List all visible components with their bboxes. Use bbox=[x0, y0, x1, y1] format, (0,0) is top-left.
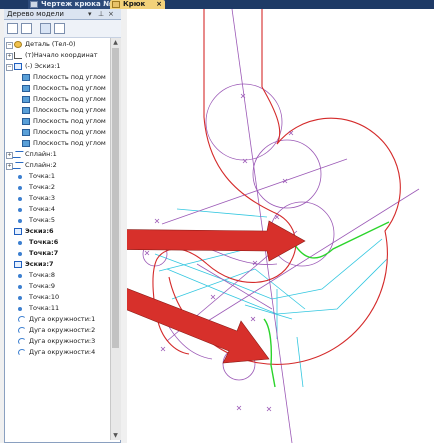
model-tree-panel: Дерево модели ▾ ⊥ × ▲ ▼ − Деталь (Тел-0) +… bbox=[0, 9, 127, 443]
tree-item-label: Плоскость под углом bbox=[33, 95, 106, 103]
tab-drawing-label: Чертеж крюка №8 bbox=[41, 0, 117, 8]
tab-part-label: Крюк bbox=[123, 0, 146, 8]
tree-item-label: Дуга окружности:4 bbox=[29, 348, 96, 356]
model-tree-title: Дерево модели bbox=[7, 10, 64, 18]
plane-icon bbox=[22, 140, 30, 147]
sketch-drawing bbox=[127, 9, 420, 443]
tree-item-label: Точка:7 bbox=[29, 249, 59, 257]
tree-item-label: Эскиз:7 bbox=[25, 260, 54, 268]
point-icon bbox=[18, 252, 22, 256]
plane-icon bbox=[22, 129, 30, 136]
tree-item-label: (т)Начало координат bbox=[25, 51, 98, 59]
tree-item-label: Плоскость под углом bbox=[33, 117, 106, 125]
panel-menu-icon[interactable]: ▾ bbox=[88, 10, 92, 19]
tree-item-label: Точка:4 bbox=[29, 205, 56, 213]
tree-item-label: Плоскость под углом bbox=[33, 106, 106, 114]
tree-item-label: Дуга окружности:2 bbox=[29, 326, 96, 334]
tab-drawing[interactable]: Чертеж крюка №8 × bbox=[28, 0, 120, 9]
panel-close-icon[interactable]: × bbox=[108, 10, 114, 19]
panel-pin-icon[interactable]: ⊥ bbox=[98, 10, 104, 19]
construction-geometry bbox=[142, 9, 420, 443]
tree-item-label: Точка:11 bbox=[29, 304, 60, 312]
tree-item-label: Плоскость под углом bbox=[33, 73, 106, 81]
model-tree-title-bar: Дерево модели ▾ ⊥ × bbox=[4, 9, 121, 20]
part-icon bbox=[14, 41, 22, 48]
tree-item-label: Точка:10 bbox=[29, 293, 60, 301]
tree-item-label: Сплайн:1 bbox=[25, 150, 57, 158]
tree-item-label: Точка:6 bbox=[29, 238, 59, 246]
tree-item-label: Точка:9 bbox=[29, 282, 56, 290]
point-icon bbox=[18, 175, 22, 179]
tree-filter-button[interactable] bbox=[21, 23, 32, 34]
tree-scrollbar[interactable]: ▲ ▼ bbox=[110, 38, 121, 440]
tree-item-label: Дуга окружности:1 bbox=[29, 315, 96, 323]
tree-sort-button[interactable] bbox=[54, 23, 65, 34]
arc-icon bbox=[18, 338, 26, 345]
sketch-icon bbox=[14, 261, 22, 268]
scroll-down-arrow-icon[interactable]: ▼ bbox=[112, 432, 119, 439]
expand-toggle-icon[interactable]: − bbox=[6, 64, 13, 71]
tree-item-label: Сплайн:2 bbox=[25, 161, 57, 169]
origin-icon bbox=[14, 52, 22, 59]
spline-icon bbox=[12, 151, 24, 158]
tree-structure-button[interactable] bbox=[7, 23, 18, 34]
part-doc-icon bbox=[112, 1, 120, 8]
arc-icon bbox=[18, 349, 26, 356]
drawing-doc-icon bbox=[30, 1, 38, 8]
model-tree-toolbar bbox=[4, 20, 121, 38]
plane-icon bbox=[22, 107, 30, 114]
spline-icon bbox=[12, 162, 24, 169]
plane-icon bbox=[22, 74, 30, 81]
tree-item-label: Точка:5 bbox=[29, 216, 56, 224]
scroll-thumb[interactable] bbox=[112, 48, 119, 348]
tree-item-label: Эскиз:6 bbox=[25, 227, 54, 235]
model-tree: − Деталь (Тел-0) + (т)Начало координат − (-) … bbox=[6, 39, 109, 439]
tree-item-label: Точка:1 bbox=[29, 172, 56, 180]
tree-item-label: Точка:8 bbox=[29, 271, 56, 279]
tree-item-label: Плоскость под углом bbox=[33, 84, 106, 92]
point-icon bbox=[18, 274, 22, 278]
model-canvas[interactable] bbox=[127, 9, 434, 443]
point-icon bbox=[18, 197, 22, 201]
point-icon bbox=[18, 241, 22, 245]
sketch-icon bbox=[14, 228, 22, 235]
arc-icon bbox=[18, 316, 26, 323]
scroll-up-arrow-icon[interactable]: ▲ bbox=[112, 39, 119, 46]
tree-item-label: Плоскость под углом bbox=[33, 128, 106, 136]
expand-toggle-icon[interactable]: + bbox=[6, 53, 13, 60]
tree-item-label: Точка:3 bbox=[29, 194, 56, 202]
plane-icon bbox=[22, 85, 30, 92]
tree-item-label: Плоскость под углом bbox=[33, 139, 106, 147]
document-tab-bar: Чертеж крюка №8 × Крюк × bbox=[0, 0, 434, 9]
tree-item-label: Деталь (Тел-0) bbox=[25, 40, 76, 48]
tree-item-label: Точка:2 bbox=[29, 183, 56, 191]
point-icon bbox=[18, 285, 22, 289]
tree-view-button[interactable] bbox=[40, 23, 51, 34]
plane-icon bbox=[22, 96, 30, 103]
point-icon bbox=[18, 186, 22, 190]
sketch-icon bbox=[14, 63, 22, 70]
tab-part-close-icon[interactable]: × bbox=[156, 0, 162, 9]
point-icon bbox=[18, 208, 22, 212]
point-icon bbox=[18, 296, 22, 300]
tab-part[interactable]: Крюк × bbox=[110, 0, 165, 9]
tree-item-label: (-) Эскиз:1 bbox=[25, 62, 61, 70]
arc-icon bbox=[18, 327, 26, 334]
expand-toggle-icon[interactable]: − bbox=[6, 42, 13, 49]
plane-icon bbox=[22, 118, 30, 125]
point-icon bbox=[18, 307, 22, 311]
point-icon bbox=[18, 219, 22, 223]
tree-item-label: Дуга окружности:3 bbox=[29, 337, 96, 345]
